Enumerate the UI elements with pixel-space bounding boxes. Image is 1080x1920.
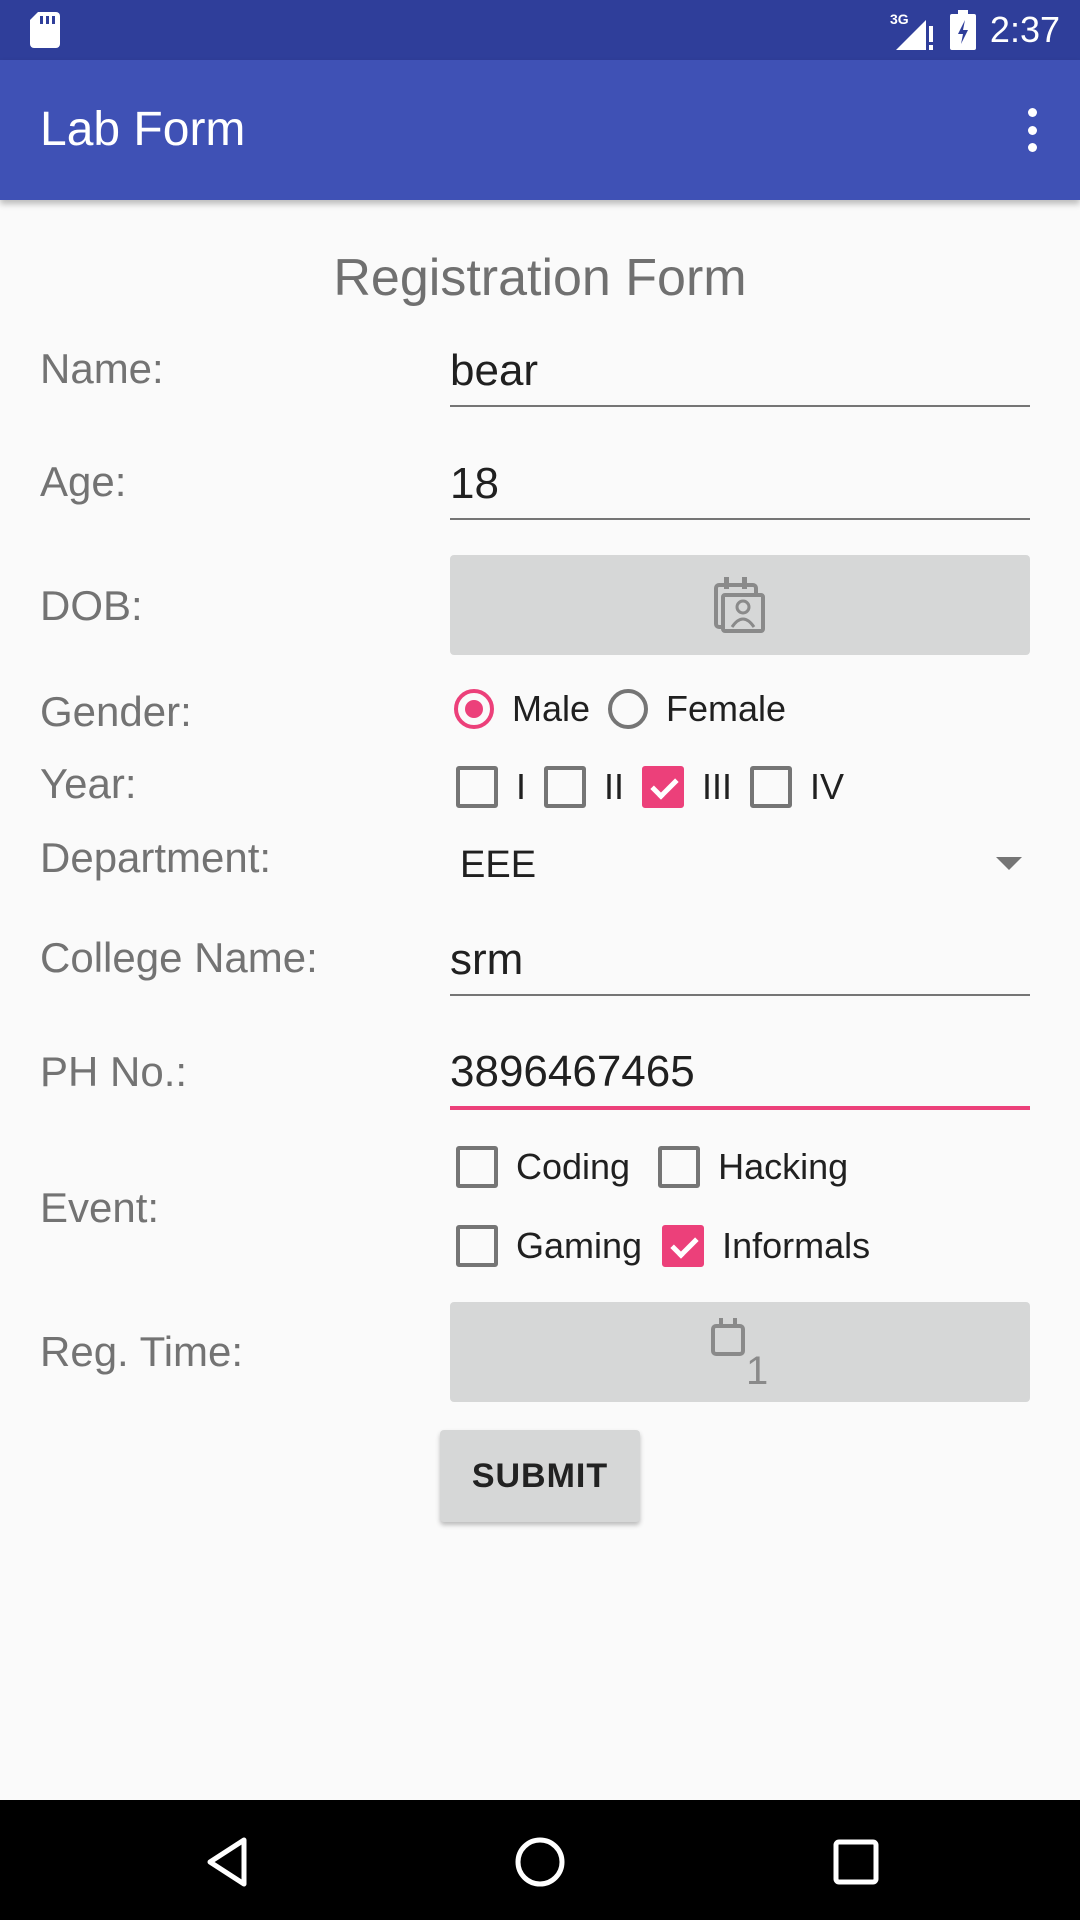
gaming-label: Gaming bbox=[516, 1225, 643, 1266]
year-iv-checkbox[interactable] bbox=[750, 766, 793, 808]
phone-label: PH No.: bbox=[40, 1048, 188, 1095]
department-label: Department: bbox=[40, 834, 272, 881]
female-label: Female bbox=[666, 688, 787, 729]
female-radio[interactable] bbox=[608, 689, 649, 729]
app-bar: Lab Form bbox=[0, 60, 1080, 200]
hacking-label: Hacking bbox=[718, 1146, 849, 1187]
coding-label: Coding bbox=[516, 1146, 631, 1187]
year-i-label: I bbox=[516, 766, 527, 807]
calendar-icon bbox=[714, 577, 765, 633]
recents-icon[interactable] bbox=[828, 1834, 884, 1890]
home-icon[interactable] bbox=[512, 1834, 568, 1890]
status-bar: 3G 2:37 bbox=[0, 0, 1080, 60]
back-icon[interactable] bbox=[200, 1834, 256, 1890]
informals-checkbox[interactable] bbox=[662, 1225, 705, 1267]
submit-button[interactable]: SUBMIT bbox=[440, 1430, 640, 1522]
informals-label: Informals bbox=[722, 1225, 871, 1266]
year-ii-label: II bbox=[604, 766, 625, 807]
app-title: Lab Form bbox=[40, 103, 246, 156]
more-vert-icon[interactable] bbox=[1012, 100, 1052, 160]
male-radio[interactable] bbox=[454, 689, 494, 729]
event-label: Event: bbox=[40, 1184, 160, 1231]
gender-radio-group: Male Female bbox=[450, 688, 786, 730]
year-iii-checkbox[interactable] bbox=[642, 766, 685, 808]
age-label: Age: bbox=[40, 458, 127, 505]
college-field[interactable]: srm bbox=[450, 934, 1030, 996]
college-label: College Name: bbox=[40, 934, 318, 981]
gaming-checkbox[interactable] bbox=[456, 1225, 498, 1267]
sd-card-icon bbox=[30, 12, 60, 48]
year-i-checkbox[interactable] bbox=[456, 766, 498, 808]
time-icon: 1 bbox=[711, 1318, 768, 1388]
hacking-checkbox[interactable] bbox=[658, 1146, 701, 1188]
reg-time-label: Reg. Time: bbox=[40, 1328, 244, 1375]
year-label: Year: bbox=[40, 760, 137, 807]
dropdown-arrow-icon bbox=[996, 857, 1022, 870]
dob-label: DOB: bbox=[40, 582, 143, 629]
form-title: Registration Form bbox=[333, 249, 747, 307]
male-label: Male bbox=[512, 688, 591, 729]
gender-label: Gender: bbox=[40, 688, 192, 735]
battery-icon bbox=[949, 10, 976, 50]
status-time: 2:37 bbox=[989, 9, 1060, 50]
svg-text:1: 1 bbox=[746, 1349, 768, 1388]
department-dropdown[interactable]: EEE bbox=[460, 835, 1030, 895]
navigation-bar bbox=[0, 1800, 1080, 1920]
reg-time-picker-button[interactable]: 1 bbox=[450, 1302, 1030, 1402]
dob-picker-button[interactable] bbox=[450, 555, 1030, 655]
coding-checkbox[interactable] bbox=[456, 1146, 498, 1188]
year-iii-label: III bbox=[702, 766, 733, 807]
age-field[interactable]: 18 bbox=[450, 458, 1030, 520]
year-ii-checkbox[interactable] bbox=[544, 766, 587, 808]
gender-option-male[interactable]: Male bbox=[454, 688, 590, 730]
event-checkbox-row-2: Gaming Informals bbox=[450, 1225, 870, 1267]
year-iv-label: IV bbox=[810, 766, 845, 807]
phone-field[interactable]: 3896467465 bbox=[450, 1046, 1030, 1110]
network-type-label: 3G bbox=[890, 11, 909, 27]
name-field[interactable]: bear bbox=[450, 345, 1030, 407]
gender-option-female[interactable]: Female bbox=[608, 688, 786, 730]
event-checkbox-row-1: Coding Hacking bbox=[450, 1146, 848, 1188]
department-value: EEE bbox=[460, 843, 537, 886]
signal-icon: 3G bbox=[890, 11, 933, 50]
name-label: Name: bbox=[40, 345, 164, 392]
year-checkbox-group: I II III IV bbox=[450, 766, 844, 808]
